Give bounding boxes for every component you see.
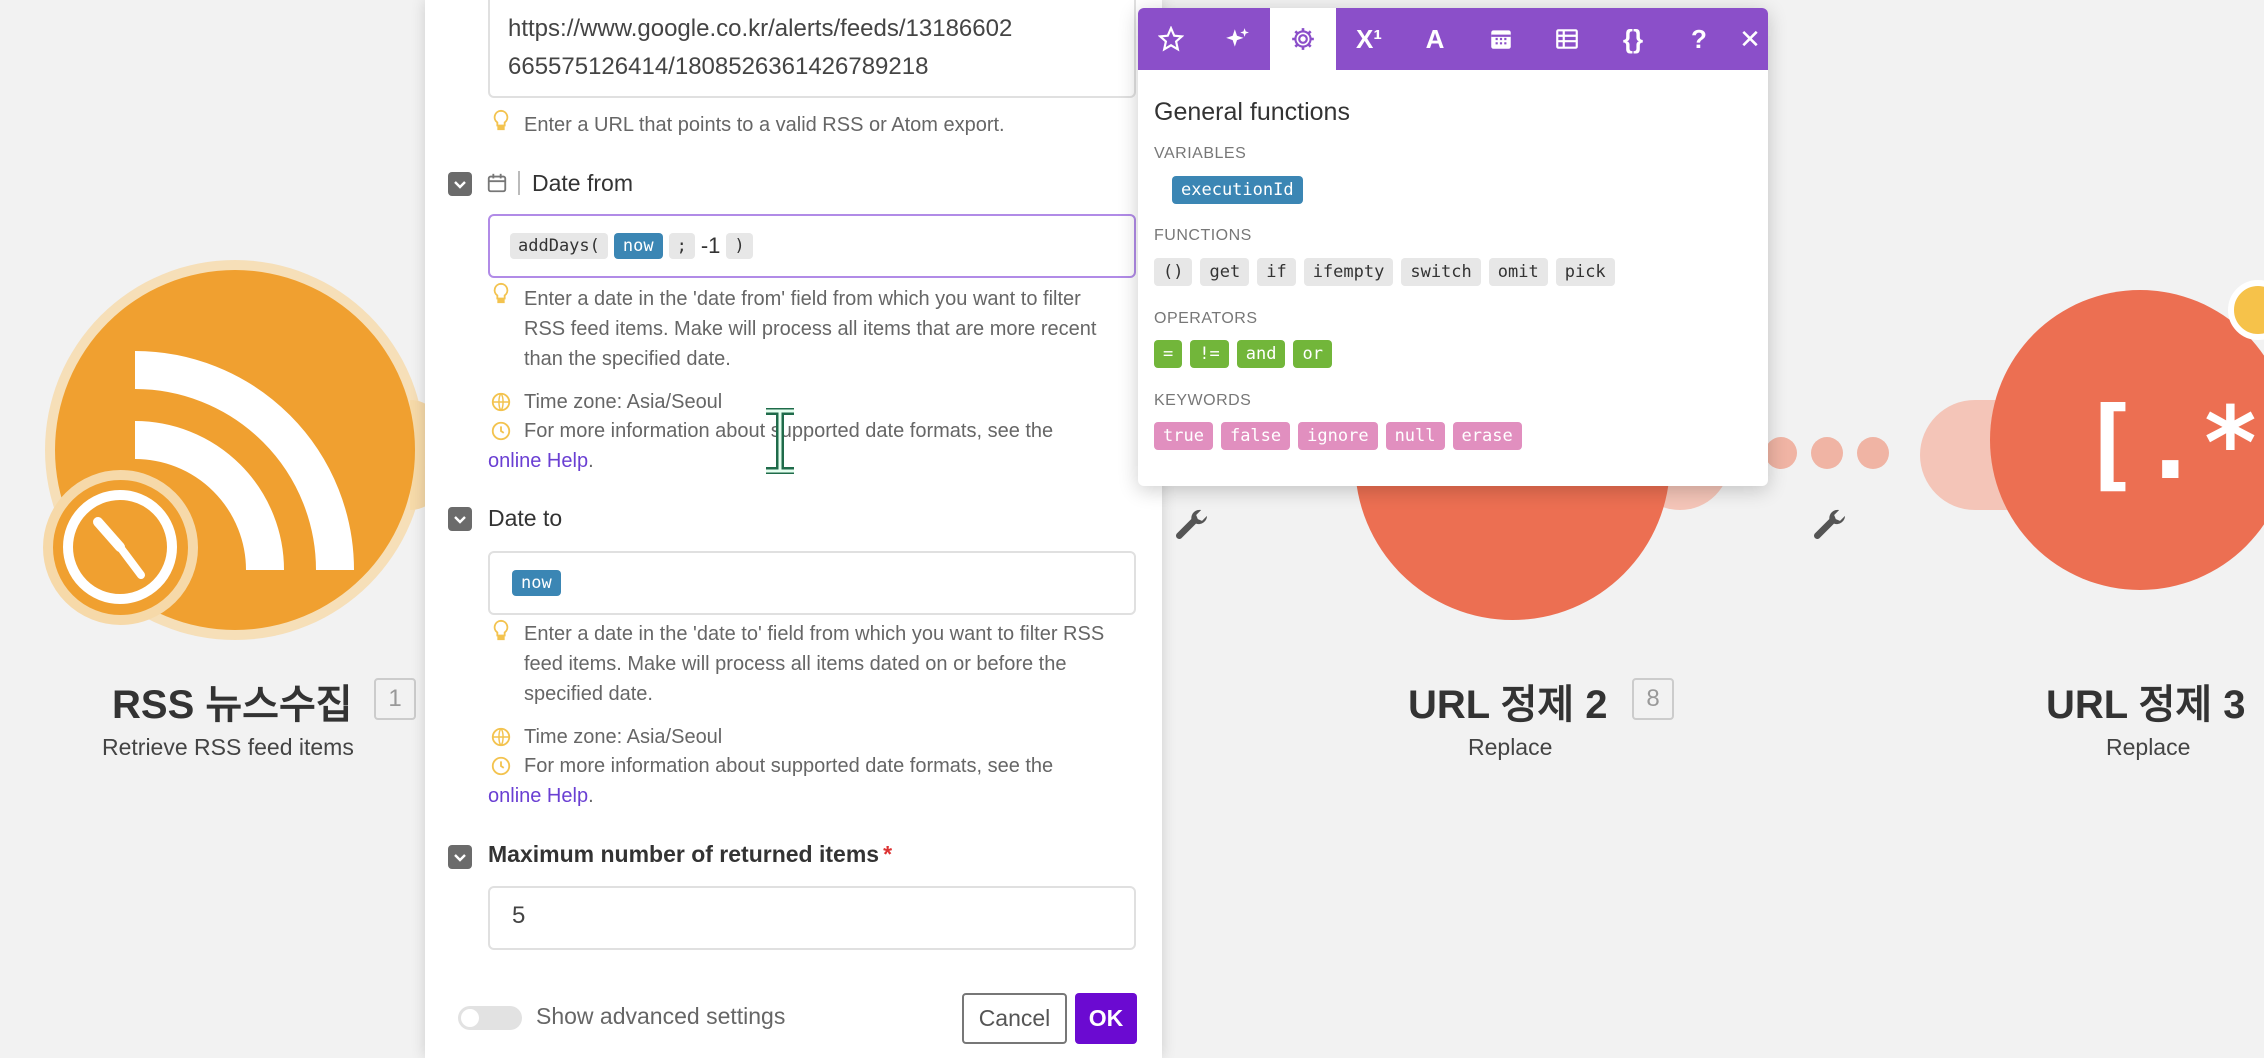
ok-button[interactable]: OK (1075, 993, 1137, 1044)
url2-node-badge: 8 (1632, 678, 1674, 720)
online-help-link[interactable]: online Help (488, 785, 588, 807)
url-field[interactable]: https://www.google.co.kr/alerts/feeds/13… (488, 0, 1136, 98)
text-cursor-icon (766, 408, 794, 474)
date-to-timezone: Time zone: Asia/Seoul (524, 726, 723, 748)
separator-token[interactable]: ; (668, 233, 695, 259)
rss-node-badge: 1 (374, 678, 416, 720)
url-field-value-line1: https://www.google.co.kr/alerts/feeds/13… (508, 15, 1013, 42)
help-icon[interactable]: ? (1666, 8, 1732, 70)
url-field-help: Enter a URL that points to a valid RSS o… (524, 114, 1005, 136)
max-items-toggle[interactable] (448, 845, 472, 869)
function-token[interactable]: addDays( (510, 233, 608, 259)
operator-chip[interactable]: or (1293, 340, 1332, 368)
table-icon[interactable] (1534, 8, 1600, 70)
function-chip[interactable]: omit (1488, 258, 1548, 286)
calendar-icon (487, 173, 507, 193)
keyword-chip[interactable]: true (1154, 422, 1213, 450)
date-from-timezone: Time zone: Asia/Seoul (524, 391, 723, 413)
rss-node[interactable] (43, 260, 425, 640)
date-to-input[interactable]: now (488, 551, 1136, 615)
variables-list: executionId (1172, 176, 1303, 204)
variable-token[interactable]: now (512, 570, 561, 596)
popup-tab-bar: X¹ A {} ? ✕ (1138, 8, 1768, 70)
date-to-help: Enter a date in the 'date to' field from… (524, 623, 1105, 705)
functions-label: FUNCTIONS (1154, 227, 1252, 244)
lightbulb-icon (493, 619, 509, 641)
operators-list: = != and or (1154, 340, 1332, 368)
keyword-chip[interactable]: false (1220, 422, 1291, 450)
rss-node-subtitle: Retrieve RSS feed items (102, 734, 354, 760)
date-from-label: Date from (532, 170, 633, 196)
url2-node-subtitle: Replace (1468, 734, 1553, 760)
braces-icon[interactable]: {} (1600, 8, 1666, 70)
url3-node-title: URL 정제 3 (2046, 683, 2246, 727)
route-dots (1765, 437, 1889, 469)
advanced-settings-toggle[interactable] (458, 1006, 522, 1030)
popup-title: General functions (1154, 98, 1350, 126)
url3-node-subtitle: Replace (2106, 734, 2191, 760)
gear-icon[interactable] (1270, 8, 1336, 70)
date-from-info-link-row: online Help. (488, 450, 594, 472)
url2-node-title: URL 정제 2 (1408, 683, 1608, 727)
variable-token[interactable]: now (613, 233, 663, 259)
star-icon[interactable] (1138, 8, 1204, 70)
lightbulb-icon (493, 282, 509, 304)
keywords-list: true false ignore null erase (1154, 422, 1522, 450)
required-mark: * (883, 841, 893, 867)
function-chip[interactable]: () (1154, 258, 1193, 286)
variable-chip[interactable]: executionId (1172, 176, 1303, 204)
superscript-icon[interactable]: X¹ (1336, 8, 1402, 70)
close-icon[interactable]: ✕ (1732, 8, 1768, 70)
close-paren-token[interactable]: ) (726, 233, 753, 259)
function-chip[interactable]: switch (1401, 258, 1481, 286)
function-chip[interactable]: get (1200, 258, 1250, 286)
advanced-settings-label: Show advanced settings (536, 1003, 786, 1029)
argument-text: -1 (700, 233, 721, 258)
keyword-chip[interactable]: erase (1452, 422, 1522, 450)
date-to-toggle[interactable] (448, 507, 472, 531)
function-chip[interactable]: pick (1555, 258, 1615, 286)
date-to-info-link-row: online Help. (488, 785, 594, 807)
text-icon[interactable]: A (1402, 8, 1468, 70)
operator-chip[interactable]: != (1190, 340, 1229, 368)
date-from-help: Enter a date in the 'date from' field fr… (524, 288, 1097, 370)
function-chip[interactable]: if (1257, 258, 1296, 286)
sparkle-icon[interactable] (1204, 8, 1270, 70)
clock-icon (43, 470, 198, 625)
functions-list: () get if ifempty switch omit pick (1154, 258, 1615, 286)
calendar-icon[interactable] (1468, 8, 1534, 70)
max-items-label: Maximum number of returned items * (488, 841, 893, 867)
operator-chip[interactable]: and (1236, 340, 1286, 368)
operators-label: OPERATORS (1154, 310, 1258, 327)
regex-icon: [.*] (2080, 385, 2264, 502)
lightbulb-icon (493, 109, 509, 131)
function-picker-popup: X¹ A {} ? ✕ General functions VARIABLES … (1138, 8, 1768, 486)
clock-icon (491, 756, 511, 776)
globe-icon (491, 727, 511, 747)
keyword-chip[interactable]: null (1385, 422, 1445, 450)
date-from-toggle[interactable] (448, 172, 472, 196)
rss-node-title: RSS 뉴스수집 (112, 683, 353, 727)
globe-icon (491, 392, 511, 412)
date-to-info: For more information about supported dat… (524, 755, 1054, 777)
date-to-label: Date to (488, 505, 563, 531)
cancel-button[interactable]: Cancel (962, 993, 1067, 1044)
max-items-input[interactable]: 5 (488, 886, 1136, 950)
keyword-chip[interactable]: ignore (1298, 422, 1378, 450)
variables-label: VARIABLES (1154, 145, 1247, 162)
function-chip[interactable]: ifempty (1303, 258, 1394, 286)
label-separator (518, 171, 520, 195)
clock-icon (491, 421, 511, 441)
url-field-value-line2: 665575126414/1808526361426789218 (508, 53, 929, 80)
online-help-link[interactable]: online Help (488, 450, 588, 472)
date-from-input[interactable]: addDays( now ; -1 ) (488, 214, 1136, 278)
keywords-label: KEYWORDS (1154, 392, 1252, 409)
operator-chip[interactable]: = (1154, 340, 1183, 368)
wrench-icon[interactable] (1172, 505, 1212, 545)
wrench-icon[interactable] (1810, 505, 1850, 545)
